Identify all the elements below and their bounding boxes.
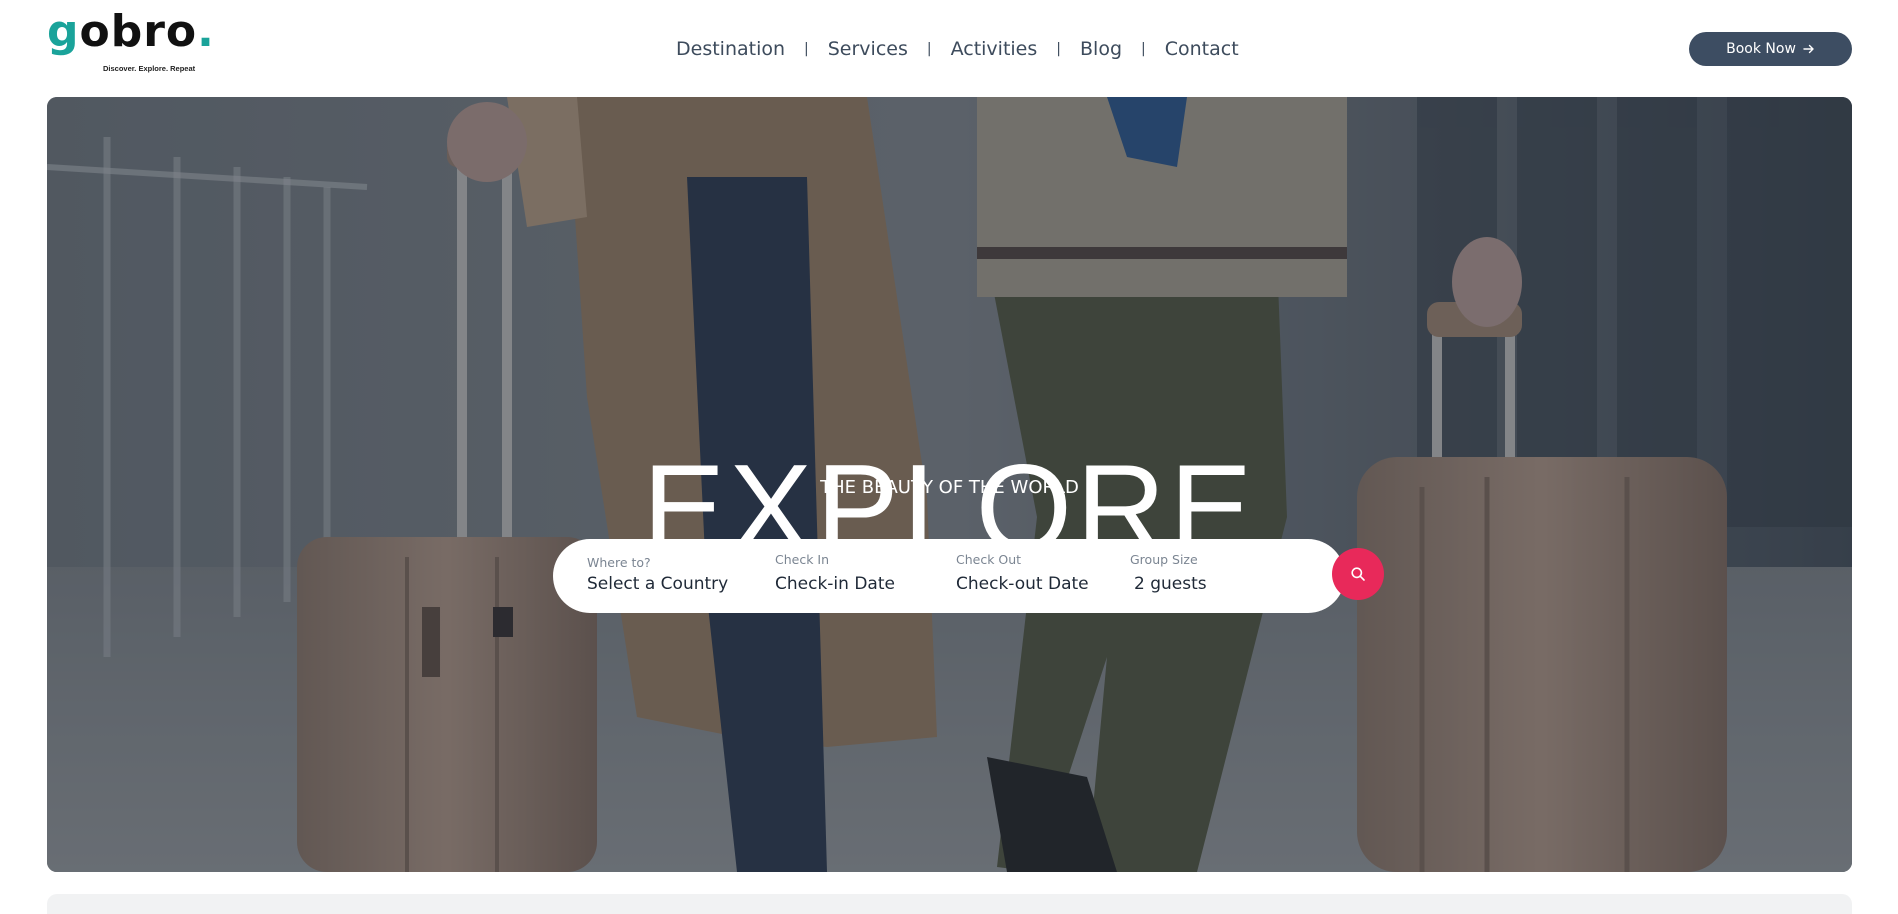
check-out-label: Check Out	[956, 552, 1022, 567]
hero-section: EXPLORE THE BEAUTY OF THE WORLD Where to…	[47, 97, 1852, 872]
group-size-value: 2 guests	[1134, 574, 1207, 594]
next-section-edge	[47, 894, 1852, 914]
nav-services[interactable]: Services	[828, 38, 908, 60]
nav-contact[interactable]: Contact	[1165, 38, 1239, 60]
group-size-label: Group Size	[1130, 552, 1198, 567]
search-bar: Where to? Select a Country Check In Chec…	[553, 539, 1384, 613]
group-size-field[interactable]: Group Size 2 guests	[1130, 552, 1250, 599]
gobro-logo[interactable]: gobro. Discover. Explore. Repeat	[47, 10, 214, 78]
check-out-value: Check-out Date	[956, 574, 1089, 594]
nav-separator: |	[1141, 41, 1146, 57]
check-in-value: Check-in Date	[775, 574, 895, 594]
nav-separator: |	[804, 41, 809, 57]
nav-activities[interactable]: Activities	[951, 38, 1038, 60]
search-button[interactable]	[1332, 548, 1384, 600]
where-to-field[interactable]: Where to? Select a Country	[587, 555, 757, 599]
nav-separator: |	[926, 41, 932, 57]
where-to-value: Select a Country	[587, 574, 729, 594]
book-now-label: Book Now	[1726, 41, 1796, 57]
nav-separator: |	[1056, 41, 1061, 57]
logo-tagline: Discover. Explore. Repeat	[103, 64, 196, 73]
book-now-button[interactable]: Book Now	[1689, 32, 1852, 66]
check-in-field[interactable]: Check In Check-in Date	[775, 552, 925, 599]
check-out-field[interactable]: Check Out Check-out Date	[956, 552, 1106, 599]
where-to-label: Where to?	[587, 555, 651, 570]
nav-blog[interactable]: Blog	[1080, 38, 1122, 60]
logo-wordmark: gobro.	[47, 6, 215, 57]
hero-subtitle: THE BEAUTY OF THE WORLD	[820, 477, 1079, 498]
site-header: gobro. Discover. Explore. Repeat Destina…	[0, 0, 1898, 97]
check-in-label: Check In	[775, 552, 830, 567]
search-icon	[1351, 567, 1365, 581]
nav-destination[interactable]: Destination	[676, 38, 785, 60]
main-nav: Destination | Services | Activities | Bl…	[676, 36, 1239, 62]
arrow-right-icon	[1803, 44, 1814, 54]
